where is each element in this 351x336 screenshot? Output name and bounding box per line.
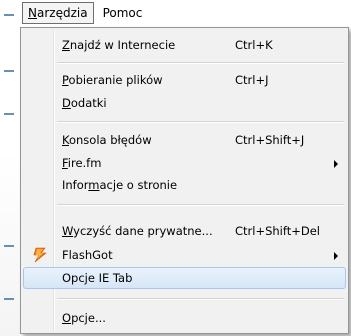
menu-item-clear-private-data[interactable]: Wyczyść dane prywatne... Ctrl+Shift+Del: [23, 220, 346, 242]
menu-item-label: Fire.fm: [62, 156, 102, 170]
background-window-edge: [0, 0, 20, 336]
menu-item-label: Opcje...: [62, 311, 106, 325]
menu-item-ie-tab-options[interactable]: Opcje IE Tab: [23, 267, 346, 289]
menu-item-addons[interactable]: Dodatki: [23, 92, 346, 114]
flashgot-icon: [32, 247, 48, 263]
menu-item-page-info[interactable]: Informacje o stronie: [23, 174, 346, 196]
menu-item-shortcut: Ctrl+J: [235, 73, 269, 87]
menu-item-downloads[interactable]: Pobieranie plików Ctrl+J: [23, 69, 346, 91]
submenu-arrow-icon: [334, 252, 338, 260]
menu-item-search-internet[interactable]: Znajdź w Internecie Ctrl+K: [23, 34, 346, 56]
menu-item-label: Pobieranie plików: [62, 73, 163, 87]
menubar-item-help[interactable]: Pomoc: [98, 3, 148, 23]
background-decoration: [4, 14, 14, 16]
menu-item-shortcut: Ctrl+Shift+Del: [235, 224, 320, 238]
menu-item-label: Wyczyść dane prywatne...: [62, 224, 213, 238]
menu-item-label: Konsola błędów: [62, 133, 152, 147]
menubar-item-help-label: Pomoc: [102, 6, 143, 20]
submenu-arrow-icon: [334, 160, 338, 168]
tools-dropdown-menu: Znajdź w Internecie Ctrl+K Pobieranie pl…: [20, 27, 349, 334]
menu-separator: [57, 62, 344, 64]
background-decoration: [4, 298, 14, 300]
background-decoration: [4, 245, 14, 247]
menu-item-label: Opcje IE Tab: [62, 271, 133, 285]
menu-item-label: FlashGot: [62, 248, 113, 262]
background-decoration: [4, 70, 14, 72]
menu-item-firefm[interactable]: Fire.fm: [23, 152, 346, 174]
menu-item-error-console[interactable]: Konsola błędów Ctrl+Shift+J: [23, 129, 346, 151]
menubar-item-tools-mnemonic: N: [28, 6, 37, 20]
background-decoration: [4, 113, 14, 115]
menu-item-flashgot[interactable]: FlashGot: [23, 244, 346, 266]
menubar-item-tools[interactable]: Narzędzia: [22, 2, 94, 24]
menu-separator: [57, 121, 344, 123]
menu-item-shortcut: Ctrl+K: [235, 38, 273, 52]
menu-item-options[interactable]: Opcje...: [23, 307, 346, 329]
menu-item-label: Znajdź w Internecie: [62, 38, 176, 52]
menu-item-label: Dodatki: [62, 96, 107, 110]
menubar-item-tools-label: arzędzia: [36, 6, 88, 20]
menu-separator: [57, 204, 344, 206]
menu-separator: [57, 298, 344, 300]
menu-item-shortcut: Ctrl+Shift+J: [235, 133, 305, 147]
menu-bar: Narzędzia Pomoc: [22, 0, 351, 26]
menu-item-label: Informacje o stronie: [62, 178, 178, 192]
